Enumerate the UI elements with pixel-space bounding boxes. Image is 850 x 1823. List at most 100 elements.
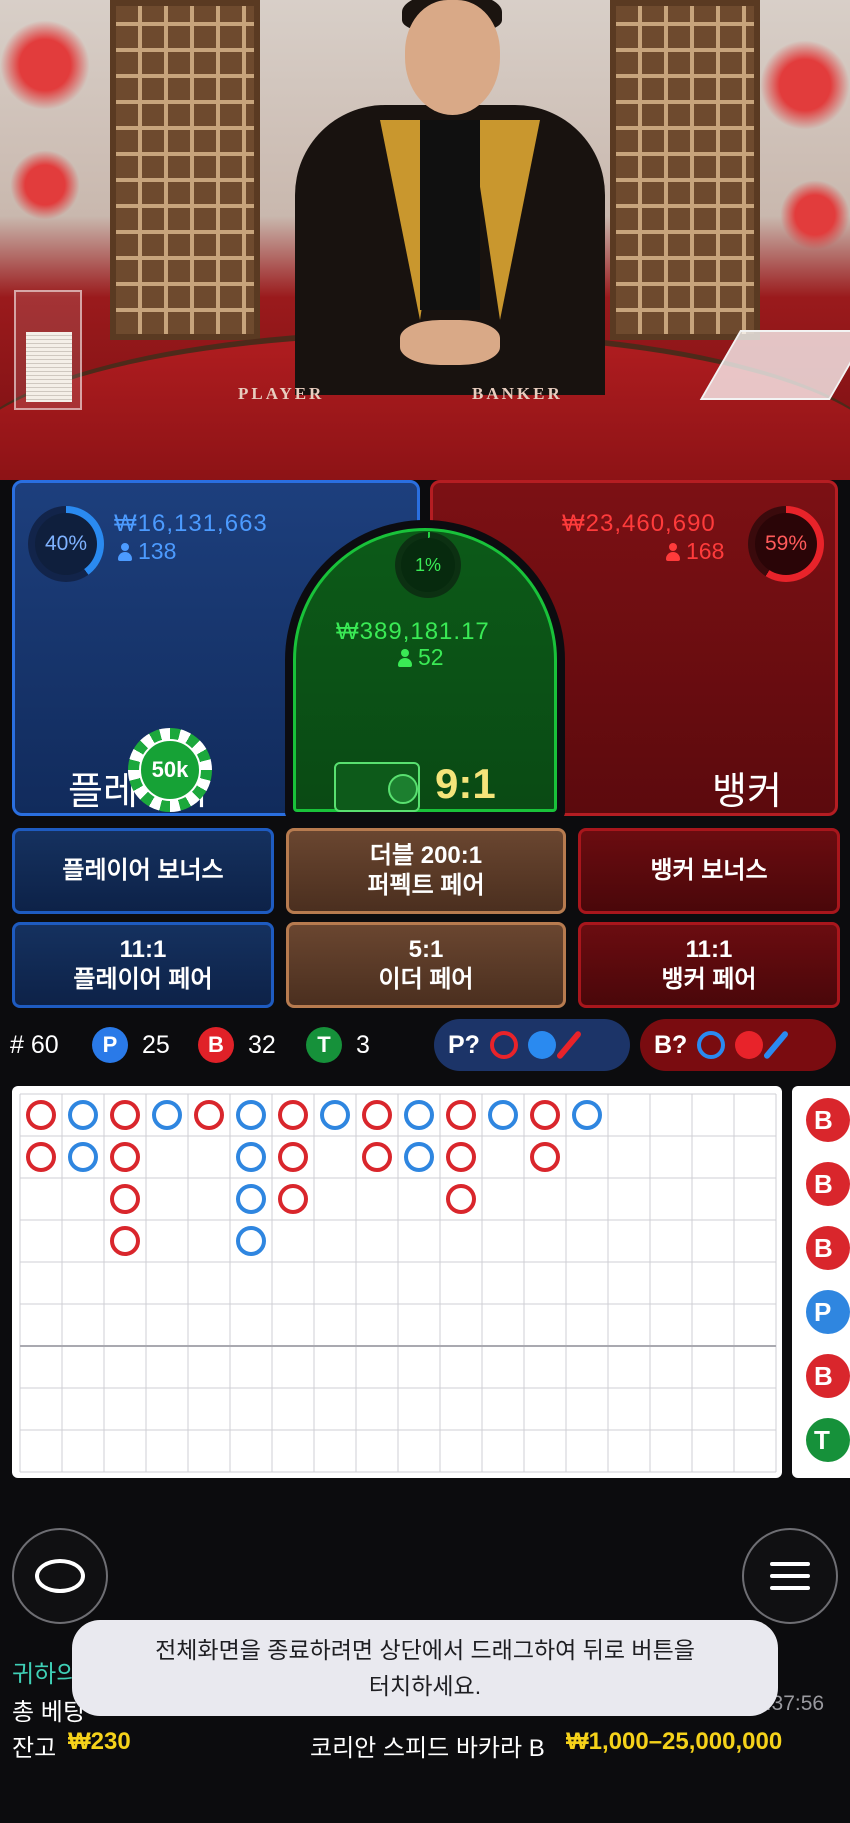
big-road-marker (278, 1142, 308, 1172)
player-bettors: 138 (118, 538, 176, 565)
tie-bettors-count: 52 (418, 644, 444, 670)
banker-amount: ₩23,460,690 (562, 510, 716, 537)
big-road-marker (404, 1142, 434, 1172)
welcome-text: 귀하의 (12, 1661, 79, 1688)
bead-road-panel[interactable]: BBBPBT (792, 1086, 850, 1478)
player-percent: 40% (35, 513, 97, 575)
blue-slash-icon (763, 1030, 790, 1060)
lattice-screen-left (110, 0, 260, 340)
chip-icon[interactable]: 50k (128, 728, 212, 812)
blossom-decoration (0, 20, 90, 110)
player-bonus-label: 플레이어 보너스 (62, 857, 224, 884)
big-road-marker (488, 1100, 518, 1130)
player-bettors-count: 138 (138, 538, 177, 564)
banker-pair-odds: 11:1 (685, 936, 733, 963)
bead-road-marker: B (806, 1098, 850, 1142)
lattice-screen-right (610, 0, 760, 340)
tie-win-count: 3 (356, 1030, 370, 1059)
big-road-marker (68, 1100, 98, 1130)
player-pair-label: 플레이어 페어 (73, 966, 213, 993)
either-pair-odds: 5:1 (408, 936, 444, 963)
card-shoe (14, 290, 82, 410)
balance-label: 잔고 (12, 1735, 57, 1762)
banker-bonus-button[interactable]: 뱅커 보너스 (578, 828, 840, 914)
road-map (19, 1093, 777, 1473)
discard-tray (699, 330, 850, 400)
table-label-banker: BANKER (472, 384, 563, 403)
toast-line-2: 터치하세요. (368, 1673, 482, 1699)
big-road-marker (362, 1142, 392, 1172)
blue-ring-icon (697, 1031, 726, 1059)
balance-value: ₩230 (68, 1728, 131, 1755)
player-prediction-label: P? (448, 1030, 480, 1059)
banker-percent: 59% (755, 513, 817, 575)
big-road-marker (110, 1100, 140, 1130)
either-pair-label: 이더 페어 (378, 966, 474, 993)
player-pair-button[interactable]: 11:1 플레이어 페어 (12, 922, 274, 1008)
blossom-decoration (760, 40, 850, 130)
hamburger-icon (770, 1562, 810, 1590)
player-win-count: 25 (142, 1030, 170, 1059)
player-percent-ring: 40% (28, 506, 104, 582)
blossom-decoration (780, 180, 850, 250)
blue-dot-icon (527, 1031, 556, 1059)
big-road-marker (110, 1226, 140, 1256)
banker-bettors: 168 (666, 538, 724, 565)
perfect-pair-odds: 더블 200:1 (369, 842, 483, 869)
big-road-marker (110, 1142, 140, 1172)
banker-prediction-label: B? (654, 1030, 688, 1059)
tie-percent: 1% (401, 538, 455, 592)
player-amount: ₩16,131,663 (114, 510, 268, 537)
bead-road-marker: P (806, 1290, 850, 1334)
banker-percent-ring: 59% (748, 506, 824, 582)
banker-label: 뱅커 (712, 771, 782, 813)
big-road-marker (278, 1100, 308, 1130)
big-road-marker (152, 1100, 182, 1130)
chat-icon (35, 1559, 85, 1593)
person-icon (118, 542, 132, 561)
big-road-marker (404, 1100, 434, 1130)
chat-button[interactable] (12, 1528, 108, 1624)
tie-payout: 9:1 (435, 760, 496, 807)
menu-button[interactable] (742, 1528, 838, 1624)
banker-pair-label: 뱅커 페어 (661, 966, 757, 993)
banker-win-badge: B (198, 1027, 234, 1063)
big-road-marker (110, 1184, 140, 1214)
tie-card-icon (334, 762, 420, 812)
banker-pair-button[interactable]: 11:1 뱅커 페어 (578, 922, 840, 1008)
big-road-marker (446, 1142, 476, 1172)
person-icon (398, 648, 412, 667)
big-road-marker (446, 1100, 476, 1130)
tie-percent-ring: 1% (395, 532, 461, 598)
bead-road-marker: B (806, 1226, 850, 1270)
banker-prediction-button[interactable]: B? (640, 1019, 836, 1071)
either-pair-button[interactable]: 5:1 이더 페어 (286, 922, 566, 1008)
big-road-marker (320, 1100, 350, 1130)
big-road-marker (236, 1142, 266, 1172)
player-bonus-button[interactable]: 플레이어 보너스 (12, 828, 274, 914)
big-road-marker (236, 1184, 266, 1214)
tie-bettors: 52 (398, 644, 444, 671)
betting-area: 40% ₩16,131,663 138 59% ₩23,460,690 168 … (0, 480, 850, 820)
perfect-pair-label: 퍼펙트 페어 (367, 872, 485, 899)
big-road-marker (278, 1184, 308, 1214)
big-road-marker (362, 1100, 392, 1130)
tie-win-badge: T (306, 1027, 342, 1063)
big-road-marker (194, 1100, 224, 1130)
table-label-player: PLAYER (238, 384, 325, 403)
big-road-marker (530, 1142, 560, 1172)
round-number: # 60 (10, 1030, 59, 1059)
bead-road-marker: B (806, 1354, 850, 1398)
player-prediction-button[interactable]: P? (434, 1019, 630, 1071)
big-road-marker (446, 1184, 476, 1214)
perfect-pair-button[interactable]: 더블 200:1 퍼펙트 페어 (286, 828, 566, 914)
bead-road-marker: B (806, 1162, 850, 1206)
scoreboard[interactable] (12, 1086, 782, 1478)
big-road-marker (530, 1100, 560, 1130)
live-video-feed: PLAYER BANKER (0, 0, 850, 480)
bet-limits: ₩1,000–25,000,000 (566, 1728, 783, 1755)
red-ring-icon (489, 1031, 518, 1059)
big-road-marker (236, 1226, 266, 1256)
person-icon (666, 542, 680, 561)
tie-amount: ₩389,181.17 (336, 618, 490, 645)
